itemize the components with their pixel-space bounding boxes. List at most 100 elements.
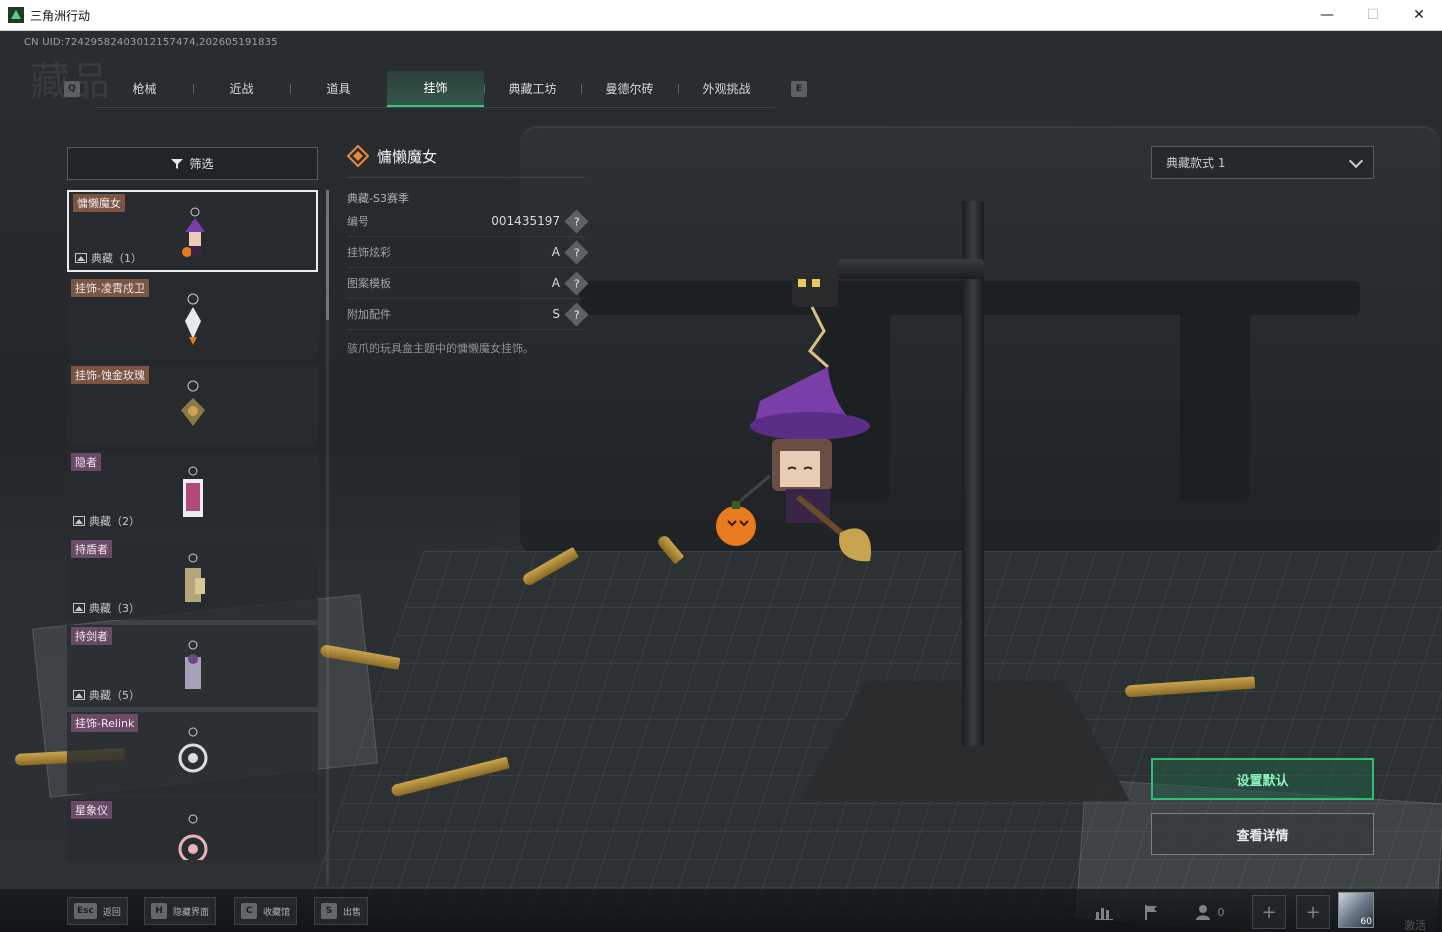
style-select[interactable]: 典藏款式 1 (1151, 146, 1374, 179)
collection-count: 典藏（2） (73, 513, 140, 529)
key-hint-next[interactable]: E (791, 81, 807, 97)
hint-label: 返回 (102, 907, 121, 918)
rose-charm-thumbnail (181, 380, 205, 426)
game-scene: CN UID:7242958240301215747​4,20260519183… (0, 31, 1442, 932)
detail-row-serial: 编号 001435197 ? (347, 206, 589, 237)
tab-items[interactable]: 道具 (290, 71, 387, 107)
detail-value: A (551, 245, 560, 259)
list-item[interactable]: 挂饰-Relink (67, 712, 318, 794)
help-icon[interactable]: ? (564, 239, 589, 265)
help-icon[interactable]: ? (564, 301, 589, 327)
view-details-button[interactable]: 查看详情 (1151, 813, 1374, 855)
shield-bearer-charm-thumbnail (185, 553, 205, 602)
rarity-diamond-icon (347, 145, 369, 167)
friends-button[interactable]: 0 (1190, 897, 1230, 927)
maximize-button[interactable]: ☐ (1350, 0, 1396, 30)
window-title: 三角洲行动 (30, 8, 91, 23)
detail-value: 001435197 (491, 214, 560, 228)
detail-row-pattern: 图案模板 A ? (347, 268, 589, 299)
list-item[interactable]: 隐者 典藏（2） (67, 451, 318, 533)
category-tabs: 枪械 近战 道具 挂饰 典藏工坊 曼德尔砖 外观挑战 (96, 70, 775, 108)
hint-back[interactable]: Esc 返回 (67, 897, 128, 925)
app-logo-icon (8, 7, 24, 23)
swordsman-charm-thumbnail (185, 640, 201, 689)
hint-label: 收藏馆 (263, 907, 291, 918)
list-item[interactable]: 慵懒魔女 典藏（1） (67, 190, 318, 272)
item-detail-panel: 慵懒魔女 典藏-S3赛季 编号 001435197 ? 挂饰炫彩 A ? 图案模… (347, 143, 589, 356)
friends-icon (1195, 905, 1210, 920)
detail-value: A (551, 276, 560, 290)
detail-key: 编号 (347, 215, 369, 228)
image-icon (75, 253, 87, 263)
item-name: 慵懒魔女 (377, 147, 438, 166)
hint-sell[interactable]: S 出售 (314, 897, 369, 925)
tab-appearance-challenge[interactable]: 外观挑战 (678, 71, 775, 107)
collection-count: 典藏（1） (75, 250, 142, 266)
item-tag: 挂饰-Relink (71, 714, 139, 732)
help-icon[interactable]: ? (564, 208, 589, 234)
close-button[interactable]: ✕ (1396, 0, 1442, 30)
stats-chart-icon[interactable] (1087, 897, 1121, 927)
friends-count: 0 (1217, 905, 1225, 919)
tab-guns[interactable]: 枪械 (96, 71, 193, 107)
item-tag: 挂饰-蚀金玫瑰 (71, 366, 149, 384)
detail-key: 图案模板 (347, 277, 391, 290)
add-slot-button[interactable]: + (1296, 895, 1330, 929)
avatar-level: 60 (1360, 917, 1372, 927)
list-item[interactable]: 星象仪 (67, 799, 318, 860)
avatar[interactable]: 60 (1338, 892, 1374, 928)
key-cap: H (151, 903, 167, 919)
hint-collection-hall[interactable]: C 收藏馆 (234, 897, 298, 925)
item-name-row: 慵懒魔女 (347, 143, 585, 169)
flag-icon[interactable] (1134, 897, 1168, 927)
collection-label: 典藏（1） (91, 252, 142, 265)
filter-label: 筛选 (189, 157, 214, 171)
key-cap: Esc (74, 903, 97, 919)
list-item[interactable]: 挂饰-凌霄戍卫 (67, 277, 318, 359)
charm-list: 慵懒魔女 典藏（1） 挂饰-凌霄戍卫 挂饰-蚀金玫瑰 隐者 典藏（2） 持盾者 … (67, 190, 318, 860)
detail-key: 附加配件 (347, 308, 391, 321)
minimize-button[interactable]: — (1304, 0, 1350, 30)
plus-icon: + (1305, 901, 1321, 923)
list-scrollbar-thumb[interactable] (326, 190, 329, 320)
detail-value: S (552, 307, 560, 321)
detail-key: 挂饰炫彩 (347, 246, 391, 259)
divider (347, 177, 585, 178)
set-default-button[interactable]: 设置默认 (1151, 758, 1374, 800)
key-cap: S (321, 903, 337, 919)
add-slot-button[interactable]: + (1252, 895, 1286, 929)
item-tag: 星象仪 (71, 801, 112, 819)
item-tag: 慵懒魔女 (73, 194, 125, 212)
item-tag: 持盾者 (71, 540, 112, 558)
filter-button[interactable]: 筛选 (67, 147, 318, 180)
rocket-charm-thumbnail (185, 293, 201, 345)
style-select-value: 典藏款式 1 (1166, 156, 1226, 170)
help-icon[interactable]: ? (564, 270, 589, 296)
list-item[interactable]: 挂饰-蚀金玫瑰 (67, 364, 318, 446)
detail-row-color: 挂饰炫彩 A ? (347, 237, 589, 268)
relink-charm-thumbnail (178, 727, 208, 773)
tab-charms[interactable]: 挂饰 (387, 70, 484, 107)
help-glyph: ? (573, 214, 580, 228)
list-item[interactable]: 持盾者 典藏（3） (67, 538, 318, 620)
window-titlebar: 三角洲行动 — ☐ ✕ (0, 0, 1442, 31)
hint-hide-ui[interactable]: H 隐藏界面 (144, 897, 217, 925)
list-item[interactable]: 持剑者 典藏（5） (67, 625, 318, 707)
image-icon (73, 516, 85, 526)
chevron-down-icon (1348, 153, 1364, 169)
astrolabe-charm-thumbnail (178, 814, 208, 860)
item-tag: 隐者 (71, 453, 101, 471)
item-description: 骇爪的玩具盒主题中的慵懒魔女挂饰。 (347, 342, 534, 355)
tab-mandel-bricks[interactable]: 曼德尔砖 (581, 71, 678, 107)
witch-charm-model[interactable] (700, 271, 880, 571)
app-window: 三角洲行动 — ☐ ✕ (0, 0, 1442, 932)
tab-collection-workshop[interactable]: 典藏工坊 (484, 71, 581, 107)
item-season: 典藏-S3赛季 (347, 192, 409, 205)
collection-label: 典藏（5） (89, 689, 140, 702)
hint-label: 出售 (343, 907, 362, 918)
image-icon (73, 603, 85, 613)
key-hint-prev[interactable]: Q (64, 81, 80, 97)
tab-melee[interactable]: 近战 (193, 71, 290, 107)
activation-watermark: 激活 (1404, 919, 1426, 932)
hermit-charm-thumbnail (183, 466, 203, 517)
